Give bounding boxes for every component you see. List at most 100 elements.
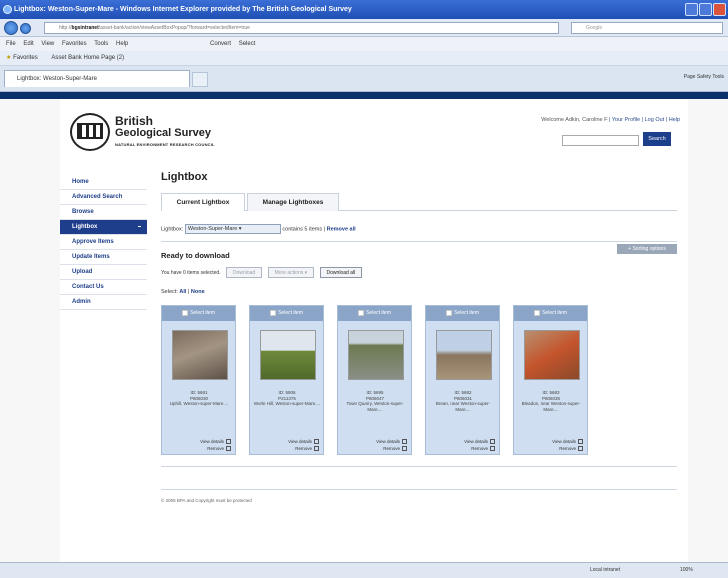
maximize-button[interactable] <box>699 3 712 16</box>
browser-tab[interactable]: Lightbox: Weston-Super-Mare <box>4 70 190 87</box>
minimize-button[interactable] <box>685 3 698 16</box>
select-row: Select: All | None <box>161 289 205 295</box>
your-profile-link[interactable]: Your Profile <box>612 117 640 123</box>
remove-link[interactable]: Remove <box>376 445 407 452</box>
asset-card: Select item ID: 5681 P806030 Uphill, Westo… <box>161 305 236 455</box>
nav-approve-items[interactable]: Approve Items <box>60 235 147 250</box>
checkbox-icon[interactable] <box>270 309 277 316</box>
status-zone: Local intranet <box>590 567 621 573</box>
remove-icon <box>226 446 231 452</box>
browser-tab-label: Lightbox: Weston-Super-Mare <box>17 76 97 82</box>
asset-card: Select item ID: 5683 P806035 Bleadon, near… <box>513 305 588 455</box>
menu-view[interactable]: View <box>41 41 54 47</box>
menu-file[interactable]: File <box>6 41 16 47</box>
card-select-label: Select item <box>366 310 391 316</box>
new-tab-button[interactable] <box>192 72 208 87</box>
lightbox-select[interactable]: Weston-Super-Mare ▾ <box>184 224 281 234</box>
select-none-link[interactable]: None <box>191 289 205 295</box>
view-details-link[interactable]: View details <box>552 438 583 445</box>
convert-button[interactable]: Convert <box>210 41 231 47</box>
window-controls <box>685 3 726 16</box>
download-button[interactable]: Download <box>225 267 263 278</box>
left-navigation: Home Advanced Search Browse Lightbox App… <box>60 175 147 310</box>
checkbox-icon[interactable] <box>358 309 365 316</box>
remove-link[interactable]: Remove <box>464 445 495 452</box>
card-place: Brean, near Weston-super-Mare.... <box>435 401 491 412</box>
view-icon <box>314 439 319 445</box>
asset-thumbnail[interactable] <box>172 330 228 380</box>
card-select[interactable]: Select item <box>250 306 323 321</box>
favorite-link[interactable]: Asset Bank Home Page (2) <box>51 55 124 61</box>
tab-manage-lightboxes[interactable]: Manage Lightboxes <box>247 193 339 211</box>
menu-tools[interactable]: Tools <box>94 41 108 47</box>
window-title-bar: Lightbox: Weston-Super-Mare - Windows In… <box>0 0 728 19</box>
view-icon <box>226 439 231 445</box>
site-container: British Geological Survey NATURAL ENVIRO… <box>60 99 688 562</box>
remove-link[interactable]: Remove <box>552 445 583 452</box>
asset-thumbnail[interactable] <box>436 330 492 380</box>
back-button[interactable] <box>4 21 18 35</box>
asset-thumbnail[interactable] <box>260 330 316 380</box>
nav-advanced-search[interactable]: Advanced Search <box>60 190 147 205</box>
checkbox-icon[interactable] <box>446 309 453 316</box>
forward-button[interactable] <box>20 23 31 34</box>
view-details-link[interactable]: View details <box>200 438 231 445</box>
checkbox-icon[interactable] <box>182 309 189 316</box>
close-button[interactable] <box>713 3 726 16</box>
card-select[interactable]: Select item <box>162 306 235 321</box>
favorites-bar: ★ Favorites Asset Bank Home Page (2) <box>0 51 728 66</box>
view-details-link[interactable]: View details <box>288 438 319 445</box>
more-actions-button[interactable]: More actions ▾ <box>267 267 315 278</box>
card-select-label: Select item <box>454 310 479 316</box>
menu-edit[interactable]: Edit <box>23 41 33 47</box>
card-caption: ID: 5695 P806047 Town Quarry, Weston-super… <box>341 390 409 412</box>
nav-contact-us[interactable]: Contact Us <box>60 280 147 295</box>
site-search-input[interactable] <box>562 135 639 146</box>
checkbox-icon[interactable] <box>534 309 541 316</box>
nav-admin[interactable]: Admin <box>60 295 147 310</box>
command-bar-items[interactable]: Page Safety Tools <box>684 74 724 80</box>
select-all-link[interactable]: All <box>179 289 186 295</box>
lightbox-select-value: Weston-Super-Mare <box>187 226 238 232</box>
command-bar: Page Safety Tools <box>684 74 724 80</box>
nav-upload[interactable]: Upload <box>60 265 147 280</box>
nav-browse[interactable]: Browse <box>60 205 147 220</box>
status-zoom[interactable]: 100% <box>680 563 693 578</box>
favorites-button[interactable]: Favorites <box>13 55 38 61</box>
address-host: bgsintranet <box>71 25 99 31</box>
remove-all-link[interactable]: Remove all <box>327 226 356 232</box>
brand-line-3: NATURAL ENVIRONMENT RESEARCH COUNCIL <box>115 142 215 147</box>
download-all-button[interactable]: Download all <box>319 267 363 278</box>
menu-help[interactable]: Help <box>116 41 128 47</box>
nav-home[interactable]: Home <box>60 175 147 190</box>
view-details-link[interactable]: View details <box>464 438 495 445</box>
remove-icon <box>314 446 319 452</box>
download-row: You have 0 items selected. Download More… <box>161 267 363 278</box>
browser-search-placeholder: Google <box>586 25 603 31</box>
address-bar[interactable]: http://bgsintranet/asset-bank/action/vie… <box>44 22 559 34</box>
log-out-link[interactable]: Log Out <box>645 117 665 123</box>
view-details-link[interactable]: View details <box>376 438 407 445</box>
sorting-options-button[interactable]: + Sorting options <box>617 244 677 254</box>
remove-link[interactable]: Remove <box>200 445 231 452</box>
nav-update-items[interactable]: Update Items <box>60 250 147 265</box>
tab-current-lightbox[interactable]: Current Lightbox <box>161 193 245 211</box>
card-select[interactable]: Select item <box>426 306 499 321</box>
asset-thumbnail[interactable] <box>524 330 580 380</box>
remove-link[interactable]: Remove <box>288 445 319 452</box>
nav-lightbox[interactable]: Lightbox <box>60 220 147 235</box>
bgs-logo-icon[interactable] <box>70 113 110 151</box>
select-button[interactable]: Select <box>239 41 256 47</box>
menu-favorites[interactable]: Favorites <box>62 41 87 47</box>
card-select[interactable]: Select item <box>338 306 411 321</box>
site-search-button[interactable]: Search <box>643 132 671 146</box>
help-link[interactable]: Help <box>669 117 680 123</box>
browser-search-box[interactable]: Google <box>571 22 723 34</box>
card-select[interactable]: Select item <box>514 306 587 321</box>
view-icon <box>578 439 583 445</box>
asset-thumbnail[interactable] <box>348 330 404 380</box>
card-links: View details Remove <box>464 438 495 452</box>
divider <box>161 489 677 490</box>
card-caption: ID: 5683 P806035 Bleadon, near Weston-supe… <box>517 390 585 412</box>
divider <box>161 241 677 242</box>
